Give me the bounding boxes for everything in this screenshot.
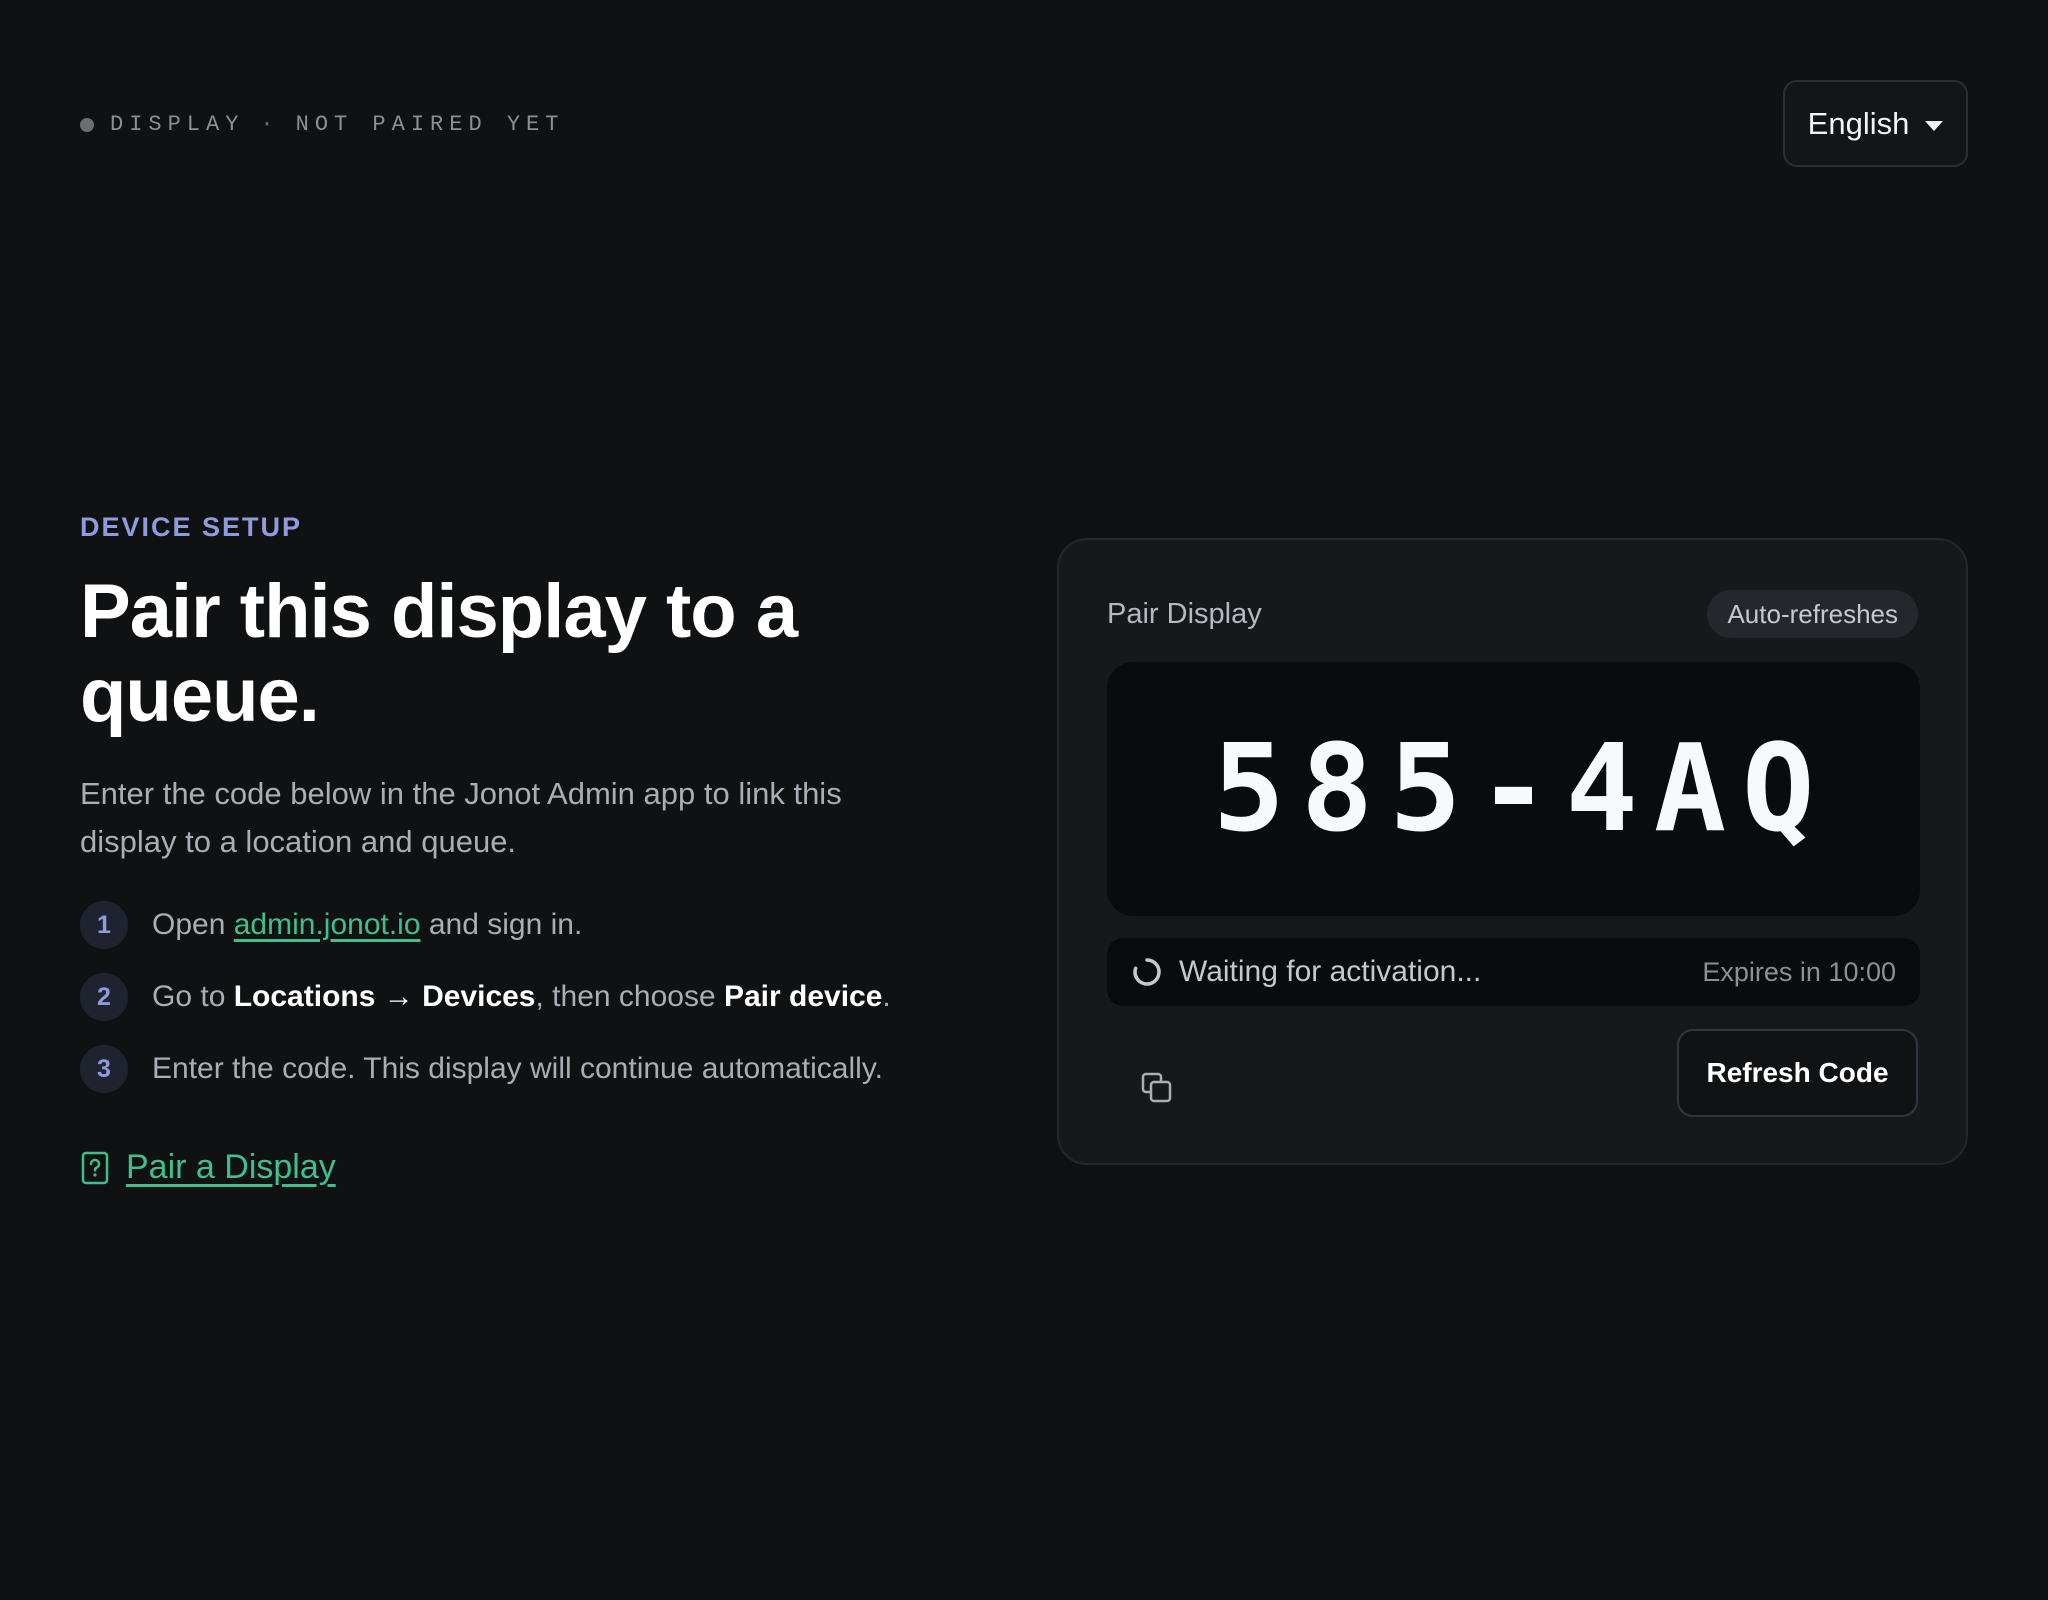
admin-link[interactable]: admin.jonot.io	[234, 908, 421, 941]
step-number: 3	[80, 1045, 128, 1093]
step-text-post: and sign in.	[420, 908, 583, 941]
step-1: 1 Open admin.jonot.io and sign in.	[80, 900, 891, 950]
step-3: 3 Enter the code. This display will cont…	[80, 1044, 891, 1094]
step-text-mid: , then choose	[535, 980, 724, 1013]
pairing-screen: DISPLAY · NOT PAIRED YET English DEVICE …	[0, 0, 2048, 1600]
step-text: Open admin.jonot.io and sign in.	[152, 908, 582, 942]
lead-text: Enter the code below in the Jonot Admin …	[80, 776, 842, 859]
status-separator: ·	[260, 112, 280, 137]
pairing-code: 585-4AQ	[1212, 719, 1831, 859]
auto-refresh-badge: Auto-refreshes	[1707, 590, 1918, 638]
pair-a-display-link[interactable]: Pair a Display	[80, 1148, 336, 1187]
step-action: Pair device	[723, 980, 883, 1013]
device-status: DISPLAY · NOT PAIRED YET	[80, 112, 564, 137]
page-title: Pair this display to a queue.	[80, 569, 798, 738]
pair-card: Pair Display Auto-refreshes 585-4AQ Wait…	[1057, 538, 1968, 1165]
step-text-pre: Go to	[152, 980, 234, 1013]
status-dot-icon	[80, 117, 94, 132]
step-text: Go to Locations → Devices, then choose P…	[152, 980, 891, 1014]
step-number: 1	[80, 901, 128, 949]
pairing-state: NOT PAIRED YET	[295, 112, 565, 137]
card-title: Pair Display	[1107, 598, 1262, 630]
step-path: Locations → Devices	[233, 980, 536, 1013]
step-2: 2 Go to Locations → Devices, then choose…	[80, 972, 891, 1022]
help-document-icon	[81, 1151, 109, 1184]
activation-status: Waiting for activation... Expires in 10:…	[1107, 938, 1920, 1006]
language-select[interactable]: English	[1783, 80, 1968, 167]
pairing-code-box: 585-4AQ	[1107, 662, 1920, 916]
help-label: Pair a Display	[126, 1148, 336, 1186]
language-label: English	[1807, 105, 1910, 141]
expires-text: Expires in 10:00	[1702, 956, 1896, 987]
step-number: 2	[80, 973, 128, 1021]
spinner-icon	[1133, 958, 1161, 986]
step-text-pre: Open	[152, 908, 234, 941]
device-label: DISPLAY	[110, 112, 245, 137]
eyebrow: DEVICE SETUP	[80, 512, 303, 542]
step-text-post: .	[882, 980, 891, 1013]
refresh-code-button[interactable]: Refresh Code	[1677, 1029, 1918, 1117]
steps-list: 1 Open admin.jonot.io and sign in. 2 Go …	[80, 900, 891, 1116]
copy-icon	[1141, 1072, 1172, 1103]
waiting-text: Waiting for activation...	[1179, 955, 1482, 988]
chevron-down-icon	[1925, 120, 1944, 131]
copy-code-button[interactable]	[1129, 1060, 1185, 1116]
step-text: Enter the code. This display will contin…	[152, 1052, 883, 1085]
